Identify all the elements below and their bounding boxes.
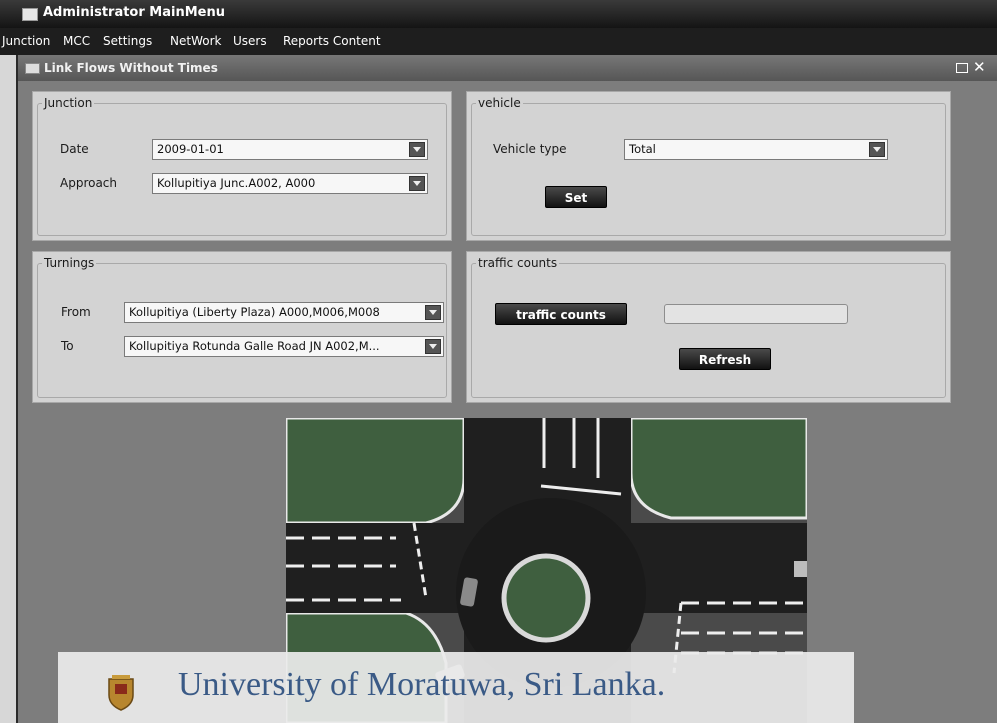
from-value: Kollupitiya (Liberty Plaza) A000,M006,M0… xyxy=(129,305,380,319)
to-value: Kollupitiya Rotunda Galle Road JN A002,M… xyxy=(129,339,380,353)
turnings-legend: Turnings xyxy=(44,256,95,270)
university-crest-icon xyxy=(108,675,134,711)
menu-network[interactable]: NetWork xyxy=(170,34,221,48)
menu-reports-content[interactable]: Reports Content xyxy=(283,34,381,48)
refresh-button[interactable]: Refresh xyxy=(679,348,771,370)
chevron-down-icon[interactable] xyxy=(425,305,441,320)
app-title: Administrator MainMenu xyxy=(43,5,225,20)
traffic-counts-button[interactable]: traffic counts xyxy=(495,303,627,325)
internal-frame-titlebar[interactable]: Link Flows Without Times ✕ xyxy=(18,55,997,81)
chevron-down-icon[interactable] xyxy=(869,142,885,157)
turnings-group: Turnings xyxy=(37,256,447,398)
traffic-counts-field[interactable] xyxy=(664,304,848,324)
maximize-icon[interactable] xyxy=(956,63,968,73)
approach-label: Approach xyxy=(60,176,118,190)
window-icon xyxy=(22,8,38,21)
menu-bar: Junction MCC Settings NetWork Users Repo… xyxy=(0,28,997,55)
traffic-counts-legend: traffic counts xyxy=(478,256,558,270)
menu-users[interactable]: Users xyxy=(233,34,267,48)
date-select[interactable]: 2009-01-01 xyxy=(152,139,428,160)
vehicle-group: vehicle xyxy=(471,96,946,236)
from-select[interactable]: Kollupitiya (Liberty Plaza) A000,M006,M0… xyxy=(124,302,444,323)
approach-value: Kollupitiya Junc.A002, A000 xyxy=(157,176,316,190)
internal-frame: Link Flows Without Times ✕ Junction Date… xyxy=(16,55,997,723)
junction-panel: Junction Date 2009-01-01 Approach Kollup… xyxy=(32,91,452,241)
window-icon xyxy=(25,63,40,74)
menu-junction[interactable]: Junction xyxy=(2,34,50,48)
to-label: To xyxy=(61,339,74,353)
traffic-counts-group: traffic counts xyxy=(471,256,946,398)
window-title: Link Flows Without Times xyxy=(44,61,218,75)
junction-legend: Junction xyxy=(44,96,93,110)
menu-settings[interactable]: Settings xyxy=(103,34,152,48)
watermark-banner: University of Moratuwa, Sri Lanka. xyxy=(58,652,854,723)
junction-group: Junction xyxy=(37,96,447,236)
vehicle-type-value: Total xyxy=(629,142,656,156)
vehicle-legend: vehicle xyxy=(478,96,521,110)
chevron-down-icon[interactable] xyxy=(409,142,425,157)
traffic-counts-panel: traffic counts traffic counts Refresh xyxy=(466,251,951,403)
from-label: From xyxy=(61,305,91,319)
watermark-text: University of Moratuwa, Sri Lanka. xyxy=(178,666,666,703)
date-value: 2009-01-01 xyxy=(157,142,224,156)
vehicle-panel: vehicle Vehicle type Total Set xyxy=(466,91,951,241)
turnings-panel: Turnings From Kollupitiya (Liberty Plaza… xyxy=(32,251,452,403)
app-titlebar: Administrator MainMenu xyxy=(0,0,997,28)
chevron-down-icon[interactable] xyxy=(409,176,425,191)
date-label: Date xyxy=(60,142,89,156)
approach-select[interactable]: Kollupitiya Junc.A002, A000 xyxy=(152,173,428,194)
set-button[interactable]: Set xyxy=(545,186,607,208)
vehicle-type-select[interactable]: Total xyxy=(624,139,888,160)
to-select[interactable]: Kollupitiya Rotunda Galle Road JN A002,M… xyxy=(124,336,444,357)
close-icon[interactable]: ✕ xyxy=(973,58,986,76)
menu-mcc[interactable]: MCC xyxy=(63,34,90,48)
chevron-down-icon[interactable] xyxy=(425,339,441,354)
vehicle-type-label: Vehicle type xyxy=(493,142,567,156)
